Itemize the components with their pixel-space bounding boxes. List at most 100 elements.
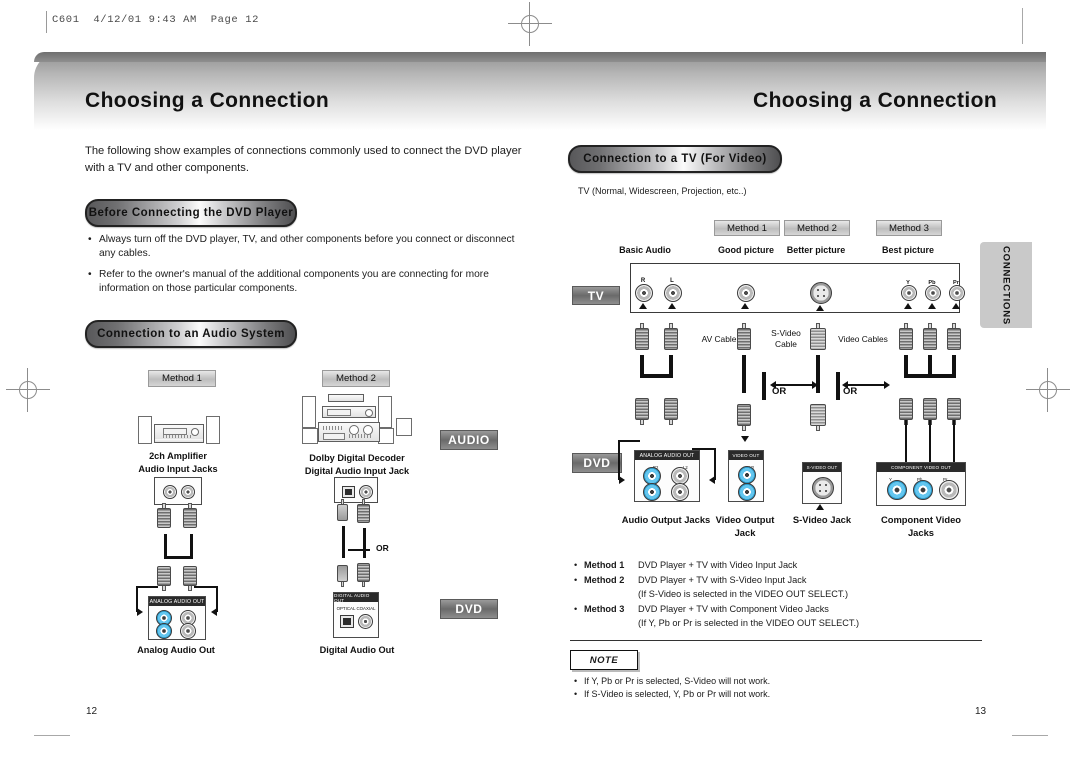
bullet-text: Always turn off the DVD player, TV, and … [99,234,515,259]
or-divider-left [762,372,766,400]
dvd-plug-l [664,392,678,425]
badge-dvd-left: DVD [440,599,498,619]
optical-plug [337,499,348,526]
print-header-rule [46,11,47,33]
caption-digital-audio-out: Digital Audio Out [319,645,395,655]
cable-guide-top-right [194,586,216,588]
caption-dolby-decoder: Dolby Digital Decoder Digital Audio Inpu… [304,453,410,476]
dvd-rca-l1-icon [671,483,689,501]
badge-method-2-audio: Method 2 [322,370,390,387]
method-subtext: (If S-Video is selected in the VIDEO OUT… [638,589,849,599]
badge-label: AUDIO [448,433,490,447]
badge-method-2-video: Method 2 [784,220,850,236]
dvd-rca-v1-icon [738,483,756,501]
badge-label: Method 1 [161,373,202,384]
method-explanation-list: • Method 1 DVD Player + TV with Video In… [574,558,974,631]
dvd-cable-guide-left [618,440,620,480]
caption-2ch-amplifier: 2ch Amplifier Audio Input Jacks [138,451,218,474]
dvd-cable-guide-top-right [692,448,716,450]
bullet-icon: • [574,560,578,570]
arrow-to-tv-svideo [816,305,824,311]
badge-label: DVD [583,456,611,470]
speaker-surround-right-icon [378,428,394,444]
caption-video-output-jack: Video Output Jack [715,514,775,538]
page-number-left: 12 [86,706,98,717]
tv-plug-y [899,323,913,356]
note-divider [570,640,982,641]
rca-jack-l1-icon [180,623,196,639]
label-av-cable: AV Cable [701,334,737,344]
panel-header-label: VIDEO OUT [729,451,763,460]
panel-header-label: DIGITAL AUDIO OUT [334,593,378,603]
method-key: Method 3 [584,603,625,614]
page-number-right: 13 [975,706,987,717]
method-key: Method 2 [584,574,625,585]
tv-rca-jack-r-icon [635,284,653,302]
coaxial-plug [357,499,370,528]
rca-jack-right-icon [181,485,195,499]
tv-plug-pr [947,323,961,356]
bullet-icon: • [574,603,578,614]
optical-plug-lower [337,560,348,587]
arrow-to-tv-l [668,303,676,309]
badge-label: Method 1 [726,222,767,234]
rca-plug-right-lower [183,560,197,591]
cable-guide-top-left [136,586,158,588]
side-index-tab-label: CONNECTIONS [1000,245,1012,325]
badge-label: Method 2 [335,373,376,384]
badge-audio: AUDIO [440,430,498,450]
coaxial-out-jack-icon [358,614,373,629]
tv-rca-jack-pr-icon [949,285,965,301]
before-connecting-bullets: • Always turn off the DVD player, TV, an… [88,233,518,303]
bullet-icon: • [88,269,92,280]
amplifier-illustration [138,416,220,444]
dvd-video-out-panel: VIDEO OUT V2 V1 [728,450,764,502]
cable-run-video [742,355,746,393]
badge-label: DVD [455,602,483,616]
rca-plug-right [183,503,197,534]
dvd-plug-y [899,392,913,425]
print-header: C601 4/12/01 9:43 AM Page 12 [52,14,260,26]
speaker-surround-left-icon [302,428,318,444]
arrow-to-tv-video [741,303,749,309]
panel-header-label: S-VIDEO OUT [803,463,841,472]
or-label-1: OR [772,386,787,397]
dvd-analog-audio-out-panel-right: ANALOG AUDIO OUT R2 L2 R1 L1 [634,450,700,502]
label-video-cables: Video Cables [838,334,888,344]
coaxial-label: COAXIAL [356,606,376,611]
side-index-tab-connections[interactable]: CONNECTIONS [980,242,1032,328]
list-item: • Refer to the owner's manual of the add… [88,268,518,296]
tv-plug-r [635,323,649,356]
arrow-to-tv-y [904,303,912,309]
coaxial-cable-run [363,528,366,558]
badge-method-1-audio: Method 1 [148,370,216,387]
method-text: DVD Player + TV with Component Video Jac… [638,603,829,614]
bullet-icon: • [574,574,578,585]
or-leader-line [348,549,370,551]
dvd-plug-svideo [810,398,826,431]
arrow-to-tv-pr [952,303,960,309]
optical-label: OPTICAL [336,606,356,611]
dvd-rca-r1-icon [643,483,661,501]
comp-lead-pb [929,420,931,462]
dvd-plug-video [737,398,751,431]
label-svideo-cable: S-Video Cable [771,328,801,349]
intro-paragraph: The following show examples of connectio… [85,145,522,174]
dvd-cable-guide-top [618,440,640,442]
bullet-icon: • [88,234,92,245]
caption-svideo-jack: S-Video Jack [792,514,852,525]
amplifier-base-icon [154,439,204,443]
note-text: If S-Video is selected, Y, Pb or Pr will… [584,689,771,699]
arrow-into-panel-right [211,608,217,616]
arrow-into-dvd-video [741,436,749,442]
badge-tv: TV [572,286,620,305]
tv-plug-pb [923,323,937,356]
speaker-front-right-icon [378,396,392,428]
registration-mark-top [508,2,552,46]
optical-out-jack-icon [340,615,354,628]
decoder-unit-icon [318,422,380,442]
method-subtext: (If Y, Pb or Pr is selected in the VIDEO… [638,618,860,628]
heading-connection-tv-label: Connection to a TV (For Video) [583,153,767,165]
note-text: If Y, Pb or Pr is selected, S-Video will… [584,676,771,686]
dvd-rca-pb-icon [913,480,933,500]
